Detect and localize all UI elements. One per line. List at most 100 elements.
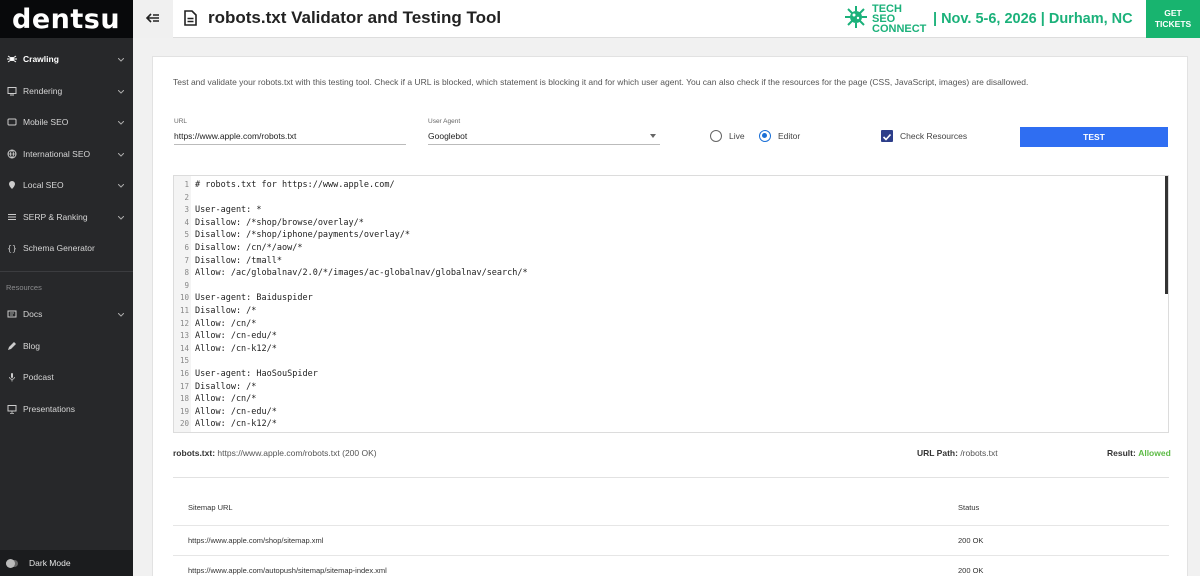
sidebar-item-serp-ranking[interactable]: SERP & Ranking	[0, 204, 133, 230]
sidebar-item-international-seo[interactable]: International SEO	[0, 141, 133, 167]
line-number: 16	[179, 369, 189, 378]
tablet-icon	[6, 116, 18, 128]
dark-mode-label: Dark Mode	[29, 558, 71, 568]
code-line[interactable]: 6 Disallow: /cn/*/aow/*	[174, 242, 302, 255]
code-line[interactable]: 4 Disallow: /*shop/browse/overlay/*	[174, 217, 363, 230]
toggle-switch[interactable]	[6, 558, 18, 568]
user-agent-select[interactable]: Googlebot	[428, 129, 660, 145]
code-line[interactable]: 11 Disallow: /*	[174, 305, 256, 318]
intro-text: Test and validate your robots.txt with t…	[173, 77, 1029, 87]
robots-editor[interactable]: 1 # robots.txt for https://www.apple.com/…	[173, 175, 1169, 433]
live-radio[interactable]	[710, 130, 722, 142]
document-icon	[184, 10, 197, 31]
page-title: robots.txt Validator and Testing Tool	[208, 8, 502, 27]
url-input[interactable]: https://www.apple.com/robots.txt	[174, 129, 406, 145]
robots-status-value: https://www.apple.com/robots.txt (200 OK…	[217, 448, 377, 458]
promo-brand: TECH SEO CONNECT	[872, 4, 928, 35]
sidebar-item-mobile-seo[interactable]: Mobile SEO	[0, 109, 133, 135]
event-promo[interactable]: TECH SEO CONNECT | Nov. 5-6, 2026 | Durh…	[844, 4, 1133, 35]
code-text: # robots.txt for https://www.apple.com/	[195, 180, 395, 190]
result-value: Allowed	[1138, 448, 1171, 458]
code-line[interactable]: 9	[174, 280, 195, 293]
line-number: 14	[179, 343, 189, 353]
section-divider	[173, 477, 1169, 478]
code-text: User-agent: HaoSouSpider	[195, 369, 318, 379]
code-line[interactable]: 20 Allow: /cn-k12/*	[174, 418, 277, 431]
code-line[interactable]: 12 Allow: /cn/*	[174, 318, 256, 331]
get-tickets-button[interactable]: GET TICKETS	[1146, 0, 1200, 38]
back-arrow-icon	[145, 10, 160, 28]
microphone-icon	[6, 371, 18, 383]
code-line[interactable]: 19 Allow: /cn-edu/*	[174, 406, 277, 419]
sidebar-item-rendering[interactable]: Rendering	[0, 78, 133, 104]
code-text: Allow: /cn-k12/*	[195, 419, 277, 430]
code-line[interactable]: 16 User-agent: HaoSouSpider	[174, 368, 318, 381]
code-line[interactable]: 1 # robots.txt for https://www.apple.com/	[174, 179, 395, 192]
line-number: 3	[184, 205, 189, 215]
status-cell: 200 OK	[958, 566, 984, 575]
code-line[interactable]: 2	[174, 192, 195, 205]
chevron-down-icon	[117, 54, 125, 64]
editor-scrollbar[interactable]	[1165, 176, 1168, 294]
line-number: 15	[179, 356, 189, 366]
sidebar-item-blog[interactable]: Blog	[0, 333, 133, 359]
code-line[interactable]: 10 User-agent: Baiduspider	[174, 292, 313, 305]
line-number: 4	[184, 217, 189, 227]
code-line[interactable]: 5 Disallow: /*shop/iphone/payments/overla…	[174, 229, 409, 242]
status-cell: 200 OK	[958, 536, 984, 545]
line-number: 18	[179, 394, 189, 404]
sitemap-url-cell[interactable]: https://www.apple.com/shop/sitemap.xml	[188, 536, 323, 545]
check-resources-checkbox[interactable]	[881, 130, 893, 142]
dentsu-logo[interactable]: dentsu	[0, 0, 133, 38]
chevron-down-icon	[117, 149, 125, 159]
chevron-down-icon	[117, 212, 125, 222]
check-resources-label: Check Resources	[900, 131, 968, 141]
line-number: 7	[184, 255, 189, 265]
sidebar-item-local-seo[interactable]: Local SEO	[0, 172, 133, 198]
sidebar-item-crawling[interactable]: Crawling	[0, 46, 133, 72]
live-label: Live	[729, 131, 745, 141]
code-text: Disallow: /*	[195, 306, 257, 316]
test-button[interactable]: TEST	[1020, 127, 1168, 147]
tool-card: Test and validate your robots.txt with t…	[152, 56, 1188, 576]
line-number: 9	[184, 280, 189, 290]
sidebar-item-label: Docs	[23, 309, 43, 319]
pencil-icon	[6, 340, 18, 352]
result-label: Result:	[1107, 448, 1136, 458]
top-header: robots.txt Validator and Testing Tool TE…	[133, 0, 1200, 38]
code-line[interactable]: 7 Disallow: /tmall*	[174, 255, 282, 268]
code-line[interactable]: 13 Allow: /cn-edu/*	[174, 330, 277, 343]
code-line[interactable]: 3 User-agent: *	[174, 204, 261, 217]
promo-brand-line2: CONNECT	[872, 23, 927, 35]
line-number: 8	[184, 268, 189, 278]
doc-icon	[6, 308, 18, 320]
sidebar-item-schema-generator[interactable]: {} Schema Generator	[0, 235, 133, 261]
collapse-sidebar-button[interactable]	[133, 0, 173, 38]
sidebar-item-label: Rendering	[23, 86, 63, 96]
sidebar-item-docs[interactable]: Docs	[0, 301, 133, 327]
code-line[interactable]: 14 Allow: /cn-k12/*	[174, 343, 277, 356]
dark-mode-toggle[interactable]: Dark Mode	[0, 550, 133, 576]
monitor-icon	[6, 85, 18, 97]
line-number: 10	[179, 293, 189, 303]
editor-radio[interactable]	[759, 130, 771, 142]
code-line[interactable]: 8 Allow: /ac/globalnav/2.0/*/images/ac-gl…	[174, 267, 527, 280]
code-line[interactable]: 18 Allow: /cn/*	[174, 393, 256, 406]
sidebar-item-podcast[interactable]: Podcast	[0, 364, 133, 390]
line-number: 2	[184, 192, 189, 202]
line-number: 12	[179, 318, 189, 328]
code-text: Disallow: /tmall*	[195, 255, 282, 266]
logo-text: dentsu	[12, 3, 121, 35]
tickets-line1: GET	[1164, 8, 1182, 18]
code-line[interactable]: 17 Disallow: /*	[174, 381, 256, 394]
url-path-label: URL Path:	[917, 448, 958, 458]
globe-icon	[6, 148, 18, 160]
code-text: Disallow: /*	[195, 381, 257, 392]
sidebar-item-presentations[interactable]: Presentations	[0, 396, 133, 422]
location-icon	[6, 179, 18, 191]
row-divider	[173, 525, 1169, 526]
result-status: Result: Allowed	[1107, 448, 1171, 458]
editor-label: Editor	[778, 131, 801, 141]
code-line[interactable]: 15	[174, 355, 195, 368]
sitemap-url-cell[interactable]: https://www.apple.com/autopush/sitemap/s…	[188, 566, 387, 575]
